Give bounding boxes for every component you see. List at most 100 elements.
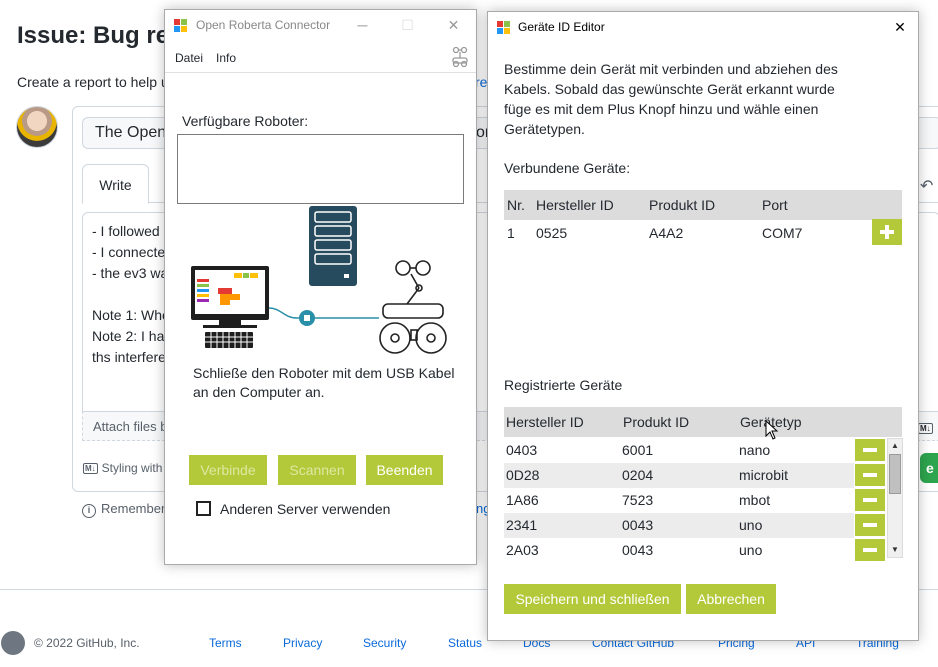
cancel-button[interactable]: Abbrechen [686,584,776,614]
info-icon: i [82,504,96,518]
menubar: Datei Info [165,46,476,72]
reply-icon[interactable]: ↶ [920,176,933,196]
connected-row[interactable]: 1 0525 A4A2 COM7 [504,221,854,246]
menu-divider [165,72,476,73]
remember-note: i Remember, [82,501,168,518]
cell-vendor: 2341 [506,517,538,533]
cell-vendor: 1A86 [506,492,539,508]
usb-cable [268,307,379,319]
save-and-close-button[interactable]: Speichern und schließen [504,584,681,614]
minimize-icon[interactable]: ─ [340,10,385,40]
other-server-label[interactable]: Anderen Server verwenden [220,501,390,517]
window-title: Open Roberta Connector [196,18,331,32]
cell-vendor: 2A03 [506,542,539,558]
connect-button[interactable]: Verbinde [189,455,267,485]
maximize-icon: ☐ [401,17,414,33]
registered-scrollbar[interactable]: ▲ ▼ [887,438,903,558]
app-logo-icon [497,21,510,34]
col-product: Produkt ID [649,197,716,213]
tab-write[interactable]: Write [82,164,149,204]
available-robots-list[interactable] [177,134,464,204]
window-title: Geräte ID Editor [518,20,605,34]
col-port: Port [762,197,788,213]
footer-link-security[interactable]: Security [363,636,406,650]
registered-row[interactable]: 2341 0043 uno [504,513,854,538]
cell-vendor: 0525 [536,225,568,241]
other-server-checkbox[interactable] [196,501,211,516]
robot-arm-icon[interactable] [450,46,470,68]
markdown-icon: M↓ [918,423,933,434]
cell-product: 6001 [622,442,654,458]
remove-device-button[interactable] [855,464,885,486]
col-vendor: Hersteller ID [506,414,584,430]
add-device-button[interactable] [872,219,902,245]
quit-button[interactable]: Beenden [366,455,443,485]
footer-link-terms[interactable]: Terms [209,636,242,650]
remove-device-button[interactable] [855,439,885,461]
registered-row[interactable]: 1A86 7523 mbot [504,488,854,513]
page-title: Issue: Bug rep [17,22,184,49]
cell-port: COM7 [762,225,803,241]
cell-type: mbot [739,492,771,508]
close-icon[interactable]: ✕ [880,12,920,42]
connector-window: Open Roberta Connector ─ ☐ ✕ Datei Info … [164,9,477,565]
title-input-text: The Open [95,124,167,141]
scroll-down-icon[interactable]: ▼ [888,543,902,557]
avatar[interactable] [16,106,58,148]
cell-product: A4A2 [649,225,684,241]
body-line-text: Note 2: I had [92,328,173,344]
app-logo-icon [174,19,187,32]
server-icon [309,206,357,286]
col-nr: Nr. [507,197,525,213]
issue-intro: Create a report to help u re [17,74,487,90]
registered-row[interactable]: 0D28 0204 microbit [504,463,854,488]
markdown-note[interactable]: M↓ Styling with [83,461,162,475]
usb-connect-illustration [191,206,447,354]
cell-product: 0204 [622,467,654,483]
connector-titlebar[interactable]: Open Roberta Connector ─ ☐ ✕ [165,10,476,40]
remove-device-button[interactable] [855,514,885,536]
scrollbar-thumb[interactable] [889,454,901,494]
body-line-text: - I connecte [92,244,166,260]
registered-table-header: Hersteller ID Produkt ID Gerätetyp [504,407,902,437]
registered-row[interactable]: 2A03 0043 uno [504,538,854,563]
editor-description: Bestimme dein Gerät mit verbinden und ab… [504,61,838,137]
cell-product: 0043 [622,542,654,558]
markdown-icon: M↓ [83,463,98,474]
menu-info[interactable]: Info [216,51,236,65]
col-vendor: Hersteller ID [536,197,614,213]
submit-button[interactable]: e [920,453,938,483]
cell-nr: 1 [507,225,515,241]
registered-heading: Registrierte Geräte [504,377,623,393]
cell-product: 0043 [622,517,654,533]
remove-device-button[interactable] [855,539,885,561]
cell-type: uno [739,542,763,558]
markdown-icon-right: M↓ [918,421,937,435]
cell-vendor: 0D28 [506,467,540,483]
connected-table-header: Nr. Hersteller ID Produkt ID Port [504,190,902,220]
body-line-text: - the ev3 wa [92,265,169,281]
computer-icon [191,266,269,348]
body-line-text: Note 1: Whe [92,307,170,323]
registered-row[interactable]: 0403 6001 nano [504,438,854,463]
mouse-cursor-icon [765,420,779,440]
device-id-editor-window: Geräte ID Editor ✕ Bestimme dein Gerät m… [487,11,919,641]
menu-datei[interactable]: Datei [175,51,203,65]
remove-device-button[interactable] [855,489,885,511]
body-line-text: - I followed [92,223,160,239]
col-product: Produkt ID [623,414,690,430]
close-icon[interactable]: ✕ [431,10,476,40]
intro-text: Create a report to help u [17,74,169,90]
footer-link-privacy[interactable]: Privacy [283,636,322,650]
remember-text: Remember, [101,501,169,516]
cell-vendor: 0403 [506,442,538,458]
editor-titlebar[interactable]: Geräte ID Editor ✕ [488,12,918,42]
scroll-up-icon[interactable]: ▲ [888,439,902,453]
scan-button[interactable]: Scannen [278,455,356,485]
footer-link-status[interactable]: Status [448,636,482,650]
github-logo-icon[interactable] [1,631,25,655]
cell-type: uno [739,517,763,533]
cell-type: nano [739,442,771,458]
copyright: © 2022 GitHub, Inc. [34,636,140,650]
cell-product: 7523 [622,492,654,508]
